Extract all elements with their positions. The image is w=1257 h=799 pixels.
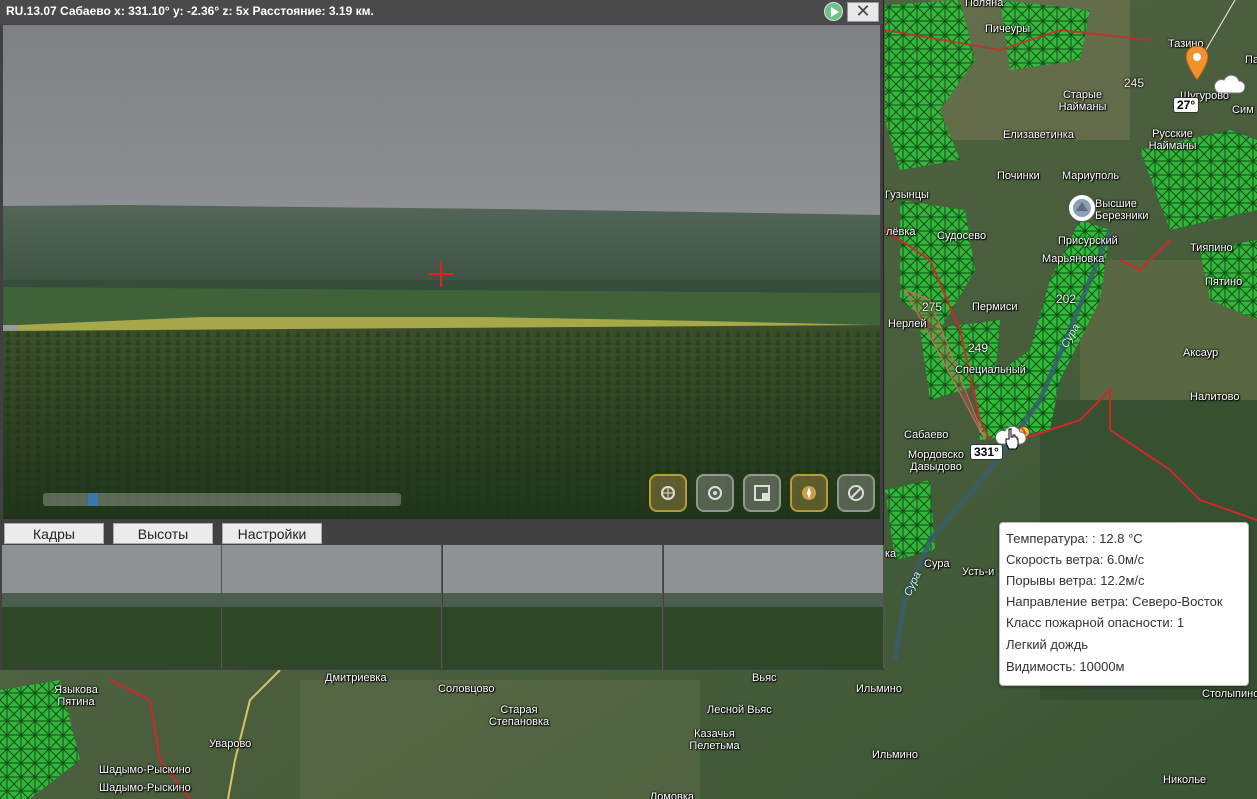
frame-thumbnail[interactable] [222,545,442,669]
frame-thumbnail[interactable] [2,545,222,669]
place-label: Присурский [1058,235,1118,247]
layers-button[interactable] [837,474,875,512]
place-label: ка [885,548,897,560]
place-label: Тияпино [1190,242,1233,254]
place-label: Дмитриевка [325,672,387,684]
place-label: Ломовка [650,791,695,799]
layers-icon [848,485,864,501]
place-label: Мордовско Давыдово [907,449,965,473]
popup-fire-class: Класс пожарной опасности: 1 [1006,615,1185,630]
place-label: Лесной Вьяс [707,704,772,716]
place-label: Ильмино [856,683,902,695]
place-label: Аксаур [1183,347,1219,359]
camera-title: RU.13.07 Сабаево x: 331.10° y: -2.36° z:… [6,4,374,18]
popup-condition: Легкий дождь [1006,637,1089,652]
place-label: Усть-и [962,566,995,578]
weather-popup: Температура: : 12.8 °C Скорость ветра: 6… [999,522,1249,686]
frame-thumbnail[interactable] [443,545,663,669]
hand-cursor-icon [1004,428,1020,450]
forest-quarter-number: 275 [922,300,943,314]
place-label: Николье [1163,774,1207,786]
popup-wind-speed: Скорость ветра: 6.0м/с [1006,552,1145,567]
rotate-icon [707,485,723,501]
frame-thumbnail[interactable] [664,545,884,669]
place-label: Нерлей [888,318,927,330]
play-button[interactable] [824,2,843,21]
place-label: Сура [924,558,950,570]
place-label: Судосево [937,230,987,242]
scrubber-thumb[interactable] [88,493,98,506]
place-label: Ильмино [872,749,918,761]
place-label: Пермиси [972,301,1018,313]
location-pin-icon[interactable] [1185,45,1209,81]
forest-quarter-number: 249 [968,341,989,355]
place-label: Налитово [1190,391,1240,403]
place-label: Языкова Пятина [54,684,98,708]
camera-azimuth-badge: 331° [970,444,1003,460]
place-label: Казачья Пелетьма [689,728,740,752]
place-label: Специальный [955,364,1026,376]
close-button[interactable]: ✕ [847,2,879,22]
tower-marker-icon[interactable] [1068,194,1096,222]
place-label: Елизаветинка [1003,129,1074,141]
place-label: Старые Наймaны [1058,89,1107,113]
panorama-button[interactable] [649,474,687,512]
place-label: Сабаево [904,429,949,441]
tab-frames[interactable]: Кадры [4,523,104,544]
place-label: Шадымо-Рыскино [99,782,191,794]
place-label: Вьяс [752,672,777,684]
forest-quarter-number: 202 [1056,292,1077,306]
place-label: Пичеуры [985,23,1031,35]
panorama-icon [660,485,676,501]
compass-icon [801,485,817,501]
rotate-button[interactable] [696,474,734,512]
temperature-badge: 27° [1173,97,1200,113]
place-label: Сим [1232,104,1254,116]
place-label: Полянa [965,0,1004,9]
frame-thumbnails [2,545,884,669]
place-label: Мариуполь [1062,170,1120,182]
popup-temperature: Температура: : 12.8 °C [1006,531,1143,546]
camera-tabs: Кадры Высоты Настройки [0,520,883,544]
place-label: Русские Наймaны [1148,128,1197,152]
place-label: Шадымо-Рыскино [99,764,191,776]
popup-wind-direction: Направление ветра: Северо-Восток [1006,594,1223,609]
camera-viewport[interactable] [3,25,880,519]
place-label: Пятино [1205,276,1243,288]
timeline-scrubber[interactable] [43,493,401,506]
place-label: Высшие Березники [1095,198,1149,222]
frame-icon [754,485,770,501]
place-label: Гузынцы [885,189,929,201]
place-label: Соловцово [438,683,495,695]
camera-landscape [3,25,880,519]
cloud-icon[interactable] [1211,74,1246,94]
place-label: Столыпино [1202,688,1257,700]
frame-button[interactable] [743,474,781,512]
place-label: Починки [997,170,1040,182]
place-label: лёвка [886,226,916,238]
compass-button[interactable] [790,474,828,512]
forest-quarter-number: 245 [1124,76,1145,90]
place-label: Старая Степановка [488,704,550,728]
camera-window: RU.13.07 Сабаево x: 331.10° y: -2.36° z:… [0,0,884,670]
popup-wind-gusts: Порывы ветра: 12.2м/с [1006,573,1145,588]
tab-heights[interactable]: Высоты [113,523,213,544]
place-label: Уварово [209,738,252,750]
place-label: Марьяновка [1042,253,1105,265]
tab-settings[interactable]: Настройки [222,523,322,544]
camera-titlebar[interactable]: RU.13.07 Сабаево x: 331.10° y: -2.36° z:… [0,0,883,24]
place-label: Па [1245,54,1257,66]
popup-visibility: Видимость: 10000м [1006,659,1125,674]
